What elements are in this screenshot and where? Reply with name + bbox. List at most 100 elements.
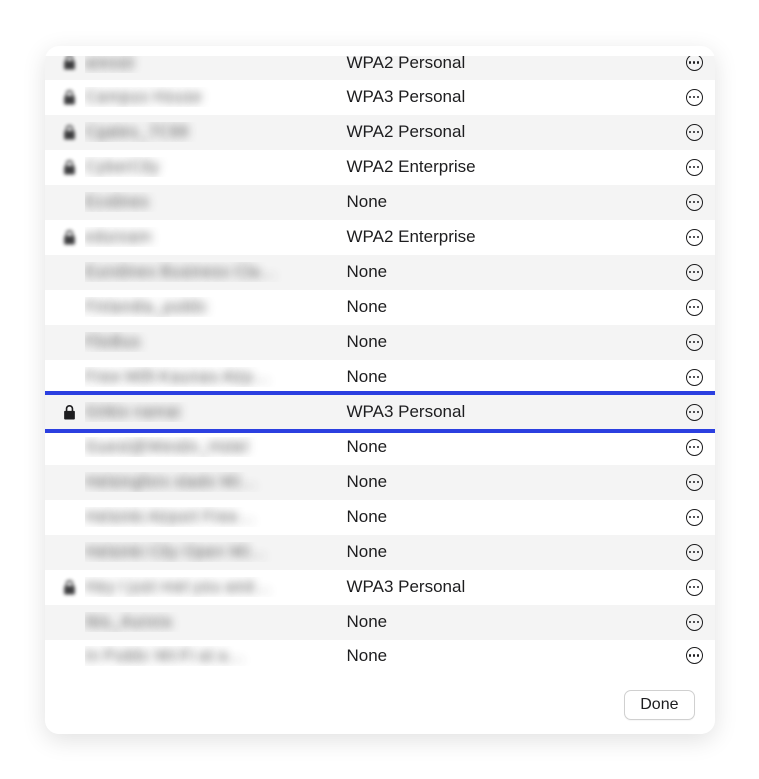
network-row[interactable]: FlixBusNone xyxy=(45,325,715,360)
lock-column xyxy=(55,90,85,105)
ellipsis-icon xyxy=(689,131,699,133)
network-row[interactable]: Cgates_7C98WPA2 Personal xyxy=(45,115,715,150)
more-options-button[interactable] xyxy=(686,194,703,211)
network-row[interactable]: Guest@Westin_HotelNone xyxy=(45,430,715,465)
ellipsis-icon xyxy=(689,446,699,448)
lock-icon xyxy=(63,405,76,420)
network-row[interactable]: EcolinesNone xyxy=(45,185,715,220)
more-options-button[interactable] xyxy=(686,56,703,72)
more-options-button[interactable] xyxy=(686,544,703,561)
ellipsis-icon xyxy=(689,411,699,413)
more-options-button[interactable] xyxy=(686,509,703,526)
lock-icon xyxy=(63,90,76,105)
more-options-button[interactable] xyxy=(686,334,703,351)
network-row[interactable]: aressiiWPA2 Personal xyxy=(45,56,715,80)
action-column xyxy=(673,509,703,526)
action-column xyxy=(673,194,703,211)
more-options-button[interactable] xyxy=(686,579,703,596)
more-options-button[interactable] xyxy=(686,229,703,246)
network-row[interactable]: Finlandia_publicNone xyxy=(45,290,715,325)
action-column xyxy=(673,159,703,176)
network-security: None xyxy=(347,646,673,666)
network-name: Eurolines Business Cla… xyxy=(85,262,347,282)
network-row[interactable]: Hey I just met you and…WPA3 Personal xyxy=(45,570,715,605)
network-row[interactable]: eduroamWPA2 Enterprise xyxy=(45,220,715,255)
network-row[interactable]: Free-Wifi-Kaunas-Airp…None xyxy=(45,360,715,395)
lock-column xyxy=(55,160,85,175)
network-row[interactable]: Ibis_AuroraNone xyxy=(45,605,715,640)
action-column xyxy=(673,299,703,316)
action-column xyxy=(673,124,703,141)
ellipsis-icon xyxy=(689,516,699,518)
network-security: WPA2 Enterprise xyxy=(347,227,673,247)
ellipsis-icon xyxy=(689,96,699,98)
more-options-button[interactable] xyxy=(686,124,703,141)
action-column xyxy=(673,334,703,351)
network-name: Free-Wifi-Kaunas-Airp… xyxy=(85,367,347,387)
network-row[interactable]: Helsingfors stads Wi…None xyxy=(45,465,715,500)
network-security: None xyxy=(347,507,673,527)
more-options-button[interactable] xyxy=(686,159,703,176)
action-column xyxy=(673,229,703,246)
lock-column xyxy=(55,405,85,420)
network-name: Ecolines xyxy=(85,192,347,212)
more-options-button[interactable] xyxy=(686,89,703,106)
network-security: None xyxy=(347,262,673,282)
ellipsis-icon xyxy=(689,271,699,273)
network-row[interactable]: Eurolines Business Cla…None xyxy=(45,255,715,290)
more-options-button[interactable] xyxy=(686,369,703,386)
ellipsis-icon xyxy=(689,61,699,63)
network-row[interactable]: Helsinki City Open Wi…None xyxy=(45,535,715,570)
network-name: FlixBus xyxy=(85,332,347,352)
ellipsis-icon xyxy=(689,586,699,588)
action-column xyxy=(673,56,703,72)
lock-column xyxy=(55,56,85,71)
more-options-button[interactable] xyxy=(686,264,703,281)
more-options-button[interactable] xyxy=(686,404,703,421)
lock-icon xyxy=(63,56,76,71)
more-options-button[interactable] xyxy=(686,474,703,491)
action-column xyxy=(673,89,703,106)
network-row[interactable]: In Public Wi-Fi at a…None xyxy=(45,640,715,660)
network-name: aressii xyxy=(85,56,347,73)
network-security: None xyxy=(347,612,673,632)
network-security: WPA2 Personal xyxy=(347,122,673,142)
ellipsis-icon xyxy=(689,551,699,553)
network-row[interactable]: Campus HouseWPA3 Personal xyxy=(45,80,715,115)
ellipsis-icon xyxy=(689,654,699,656)
network-security: None xyxy=(347,332,673,352)
network-security: None xyxy=(347,367,673,387)
network-security: WPA3 Personal xyxy=(347,87,673,107)
lock-column xyxy=(55,580,85,595)
network-name: Hey I just met you and… xyxy=(85,577,347,597)
network-security: None xyxy=(347,542,673,562)
ellipsis-icon xyxy=(689,341,699,343)
network-name: Guest@Westin_Hotel xyxy=(85,437,347,457)
network-name: In Public Wi-Fi at a… xyxy=(85,646,347,666)
lock-icon xyxy=(63,230,76,245)
network-name: Helsingfors stads Wi… xyxy=(85,472,347,492)
action-column xyxy=(673,264,703,281)
action-column xyxy=(673,369,703,386)
network-security: None xyxy=(347,437,673,457)
lock-icon xyxy=(63,580,76,595)
more-options-button[interactable] xyxy=(686,439,703,456)
network-name: Finlandia_public xyxy=(85,297,347,317)
action-column xyxy=(673,474,703,491)
network-name: Helsinki Airport Free… xyxy=(85,507,347,527)
network-security: WPA3 Personal xyxy=(347,402,673,422)
network-row[interactable]: CyberCityWPA2 Enterprise xyxy=(45,150,715,185)
done-button[interactable]: Done xyxy=(624,690,694,720)
action-column xyxy=(673,404,703,421)
action-column xyxy=(673,579,703,596)
network-name: Ibis_Aurora xyxy=(85,612,347,632)
panel-footer: Done xyxy=(45,676,715,734)
more-options-button[interactable] xyxy=(686,614,703,631)
network-row[interactable]: Helsinki Airport Free…None xyxy=(45,500,715,535)
ellipsis-icon xyxy=(689,621,699,623)
more-options-button[interactable] xyxy=(686,299,703,316)
ellipsis-icon xyxy=(689,201,699,203)
network-row[interactable]: Grikio namaiWPA3 Personal xyxy=(45,395,715,430)
network-name: Campus House xyxy=(85,87,347,107)
more-options-button[interactable] xyxy=(686,647,703,664)
